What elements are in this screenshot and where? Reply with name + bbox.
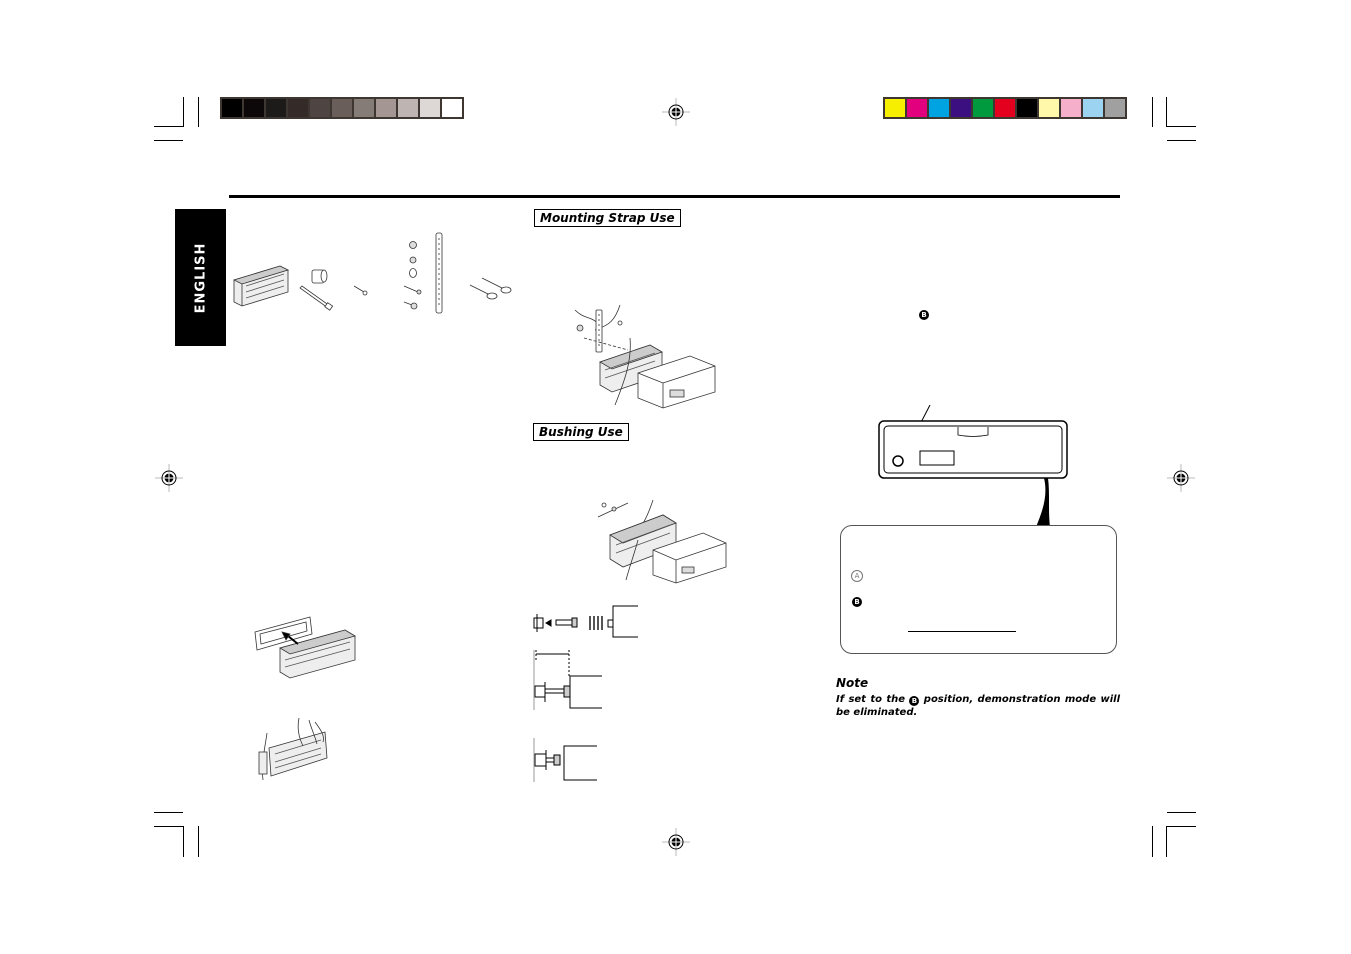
note-text: If set to the B position, demonstration … bbox=[836, 693, 1120, 719]
crop-mark bbox=[183, 826, 184, 857]
crop-mark bbox=[154, 826, 183, 827]
crop-mark bbox=[1167, 826, 1196, 827]
accessories-illustration bbox=[232, 232, 512, 314]
callout-box: A B bbox=[840, 525, 1117, 654]
crop-mark bbox=[1167, 812, 1196, 813]
crop-mark bbox=[154, 140, 183, 141]
registration-mark-icon bbox=[662, 98, 690, 126]
position-b-label-icon: B bbox=[852, 597, 862, 607]
process-color-swatch bbox=[951, 99, 971, 117]
process-color-swatch bbox=[973, 99, 993, 117]
crop-mark bbox=[1166, 97, 1167, 127]
grayscale-swatch bbox=[288, 99, 308, 117]
crop-mark bbox=[1167, 126, 1196, 127]
bushing-installation-diagram bbox=[597, 499, 727, 584]
crop-mark bbox=[1167, 140, 1196, 141]
grayscale-swatch bbox=[354, 99, 374, 117]
unit-removal-diagram bbox=[258, 717, 328, 781]
mounting-strap-drawing bbox=[435, 232, 443, 314]
header-rule bbox=[229, 195, 1120, 198]
crop-mark bbox=[154, 126, 183, 127]
grayscale-swatch bbox=[222, 99, 242, 117]
grayscale-swatch bbox=[244, 99, 264, 117]
crop-mark bbox=[154, 812, 183, 813]
note-title: Note bbox=[836, 676, 869, 690]
callout-underline bbox=[908, 631, 1016, 632]
bushing-drawing bbox=[311, 269, 328, 284]
bushing-detail-step-3 bbox=[533, 738, 597, 782]
grayscale-swatch bbox=[266, 99, 286, 117]
process-color-swatch bbox=[907, 99, 927, 117]
note-text-before: If set to the bbox=[836, 694, 906, 705]
grayscale-swatch bbox=[398, 99, 418, 117]
grayscale-swatch bbox=[420, 99, 440, 117]
crop-mark bbox=[1166, 826, 1167, 857]
faceplate-diagram bbox=[878, 404, 1068, 527]
crop-mark bbox=[198, 97, 199, 127]
language-tab-label: ENGLISH bbox=[193, 242, 208, 313]
crop-mark bbox=[1152, 97, 1153, 127]
trim-ring-installation-diagram bbox=[254, 616, 357, 679]
process-color-bar bbox=[883, 97, 1127, 119]
mounting-strap-installation-diagram bbox=[574, 304, 716, 409]
bolt-drawing bbox=[299, 285, 334, 311]
position-b-inline-icon: B bbox=[909, 696, 920, 706]
process-color-swatch bbox=[1061, 99, 1081, 117]
bushing-detail-step-2 bbox=[533, 650, 602, 710]
process-color-swatch bbox=[1105, 99, 1125, 117]
registration-mark-icon bbox=[155, 464, 183, 492]
bushing-section-title: Bushing Use bbox=[533, 423, 629, 441]
process-color-swatch bbox=[1083, 99, 1103, 117]
removal-key-drawing bbox=[469, 277, 512, 300]
nut-washer-drawing bbox=[403, 241, 422, 310]
head-unit-chassis-drawing bbox=[232, 265, 290, 307]
language-tab: ENGLISH bbox=[175, 209, 226, 346]
process-color-swatch bbox=[995, 99, 1015, 117]
process-color-swatch bbox=[929, 99, 949, 117]
registration-mark-icon bbox=[662, 828, 690, 856]
position-a-label-icon: A bbox=[851, 570, 863, 582]
grayscale-color-bar bbox=[220, 97, 464, 119]
grayscale-swatch bbox=[332, 99, 352, 117]
position-b-marker-icon: B bbox=[919, 310, 929, 320]
crop-mark bbox=[183, 97, 184, 127]
crop-mark bbox=[1152, 826, 1153, 857]
grayscale-swatch bbox=[442, 99, 462, 117]
process-color-swatch bbox=[885, 99, 905, 117]
registration-mark-icon bbox=[1167, 464, 1195, 492]
process-color-swatch bbox=[1017, 99, 1037, 117]
bushing-detail-step-1 bbox=[533, 605, 638, 638]
grayscale-swatch bbox=[376, 99, 396, 117]
mounting-strap-section-title: Mounting Strap Use bbox=[534, 209, 681, 227]
crop-mark bbox=[198, 826, 199, 857]
process-color-swatch bbox=[1039, 99, 1059, 117]
screw-drawing bbox=[353, 285, 368, 296]
grayscale-swatch bbox=[310, 99, 330, 117]
